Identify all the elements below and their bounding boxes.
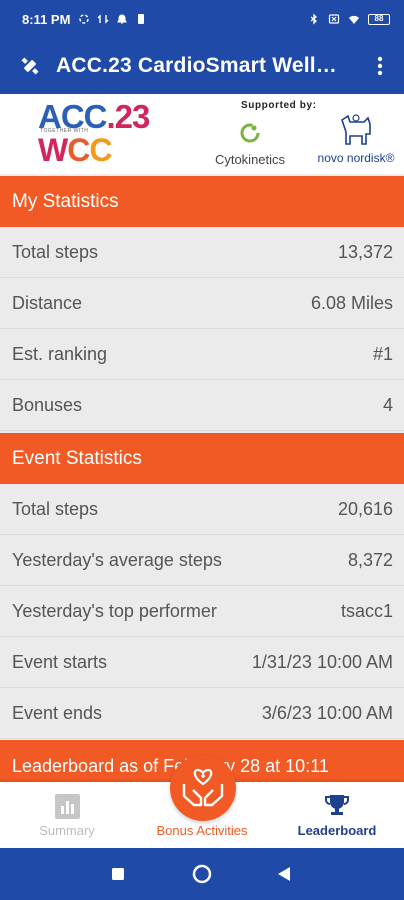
status-bar: 8:11 PM 88 [0,0,404,38]
battery-icon: 88 [368,13,390,25]
cytokinetics-logo: Cytokinetics [205,122,295,167]
data-sync-icon [97,14,109,24]
stat-value: 20,616 [337,498,393,519]
app-title: ACC.23 CardioSmart Well… [56,54,337,77]
hands-heart-icon [182,768,224,807]
bar-chart-icon [54,794,80,819]
stat-value: #1 [372,343,393,364]
stat-value: tsacc1 [340,600,393,621]
stat-value: 4 [382,394,393,415]
stat-row: Event starts 1/31/23 10:00 AM [0,637,404,688]
nav-bonus-label: Bonus Activities [156,823,248,838]
stat-row: Yesterday's top performer tsacc1 [0,586,404,637]
notification-bell-icon [117,14,128,24]
event-statistics-header: Event Statistics [0,433,404,484]
sim-icon [138,14,145,24]
stat-row: Event ends 3/6/23 10:00 AM [0,688,404,739]
wcc-logo: WCC [38,132,112,168]
bonus-activities-fab[interactable] [170,755,236,821]
stat-value: 3/6/23 10:00 AM [261,702,393,723]
nav-leaderboard[interactable]: Leaderboard [286,782,388,848]
stat-row: Distance 6.08 Miles [0,278,404,329]
stat-value: 13,372 [337,241,393,262]
app-bar: ACC.23 CardioSmart Well… [0,38,404,94]
nav-summary-label: Summary [39,823,95,838]
stat-row: Yesterday's average steps 8,372 [0,535,404,586]
nav-summary[interactable]: Summary [20,782,114,848]
overflow-menu-button[interactable] [368,54,392,78]
stat-label: Total steps [12,241,99,262]
stat-label: Est. ranking [12,343,108,364]
stat-value: 1/31/23 10:00 AM [251,651,393,672]
stat-row: Est. ranking #1 [0,329,404,380]
spinner-icon [79,14,90,24]
more-vert-icon [377,56,383,76]
stat-label: Yesterday's top performer [12,600,217,621]
bluetooth-icon [310,13,317,25]
stat-label: Bonuses [12,394,83,415]
stat-label: Total steps [12,498,99,519]
stat-value: 6.08 Miles [310,292,393,313]
wifi-icon [349,15,359,24]
stat-label: Yesterday's average steps [12,549,222,570]
stat-row: Total steps 13,372 [0,227,404,278]
stat-value: 8,372 [347,549,393,570]
status-time: 8:11 PM [22,11,71,27]
apis-bull-icon [341,114,371,145]
system-navigation-bar [0,848,404,900]
no-sim-icon [328,14,340,24]
back-icon[interactable] [277,866,291,882]
recent-apps-icon[interactable] [111,867,125,881]
stat-label: Distance [12,292,83,313]
stat-row: Total steps 20,616 [0,484,404,535]
cytokinetics-mark-icon [240,123,260,143]
stat-label: Event starts [12,651,108,672]
stat-row: Bonuses 4 [0,380,404,431]
my-statistics-header: My Statistics [0,176,404,227]
nav-leaderboard-label: Leaderboard [297,823,377,838]
satellite-icon [21,57,39,75]
sponsor-banner: ACC.23 TOGETHER WITH WCC Supported by: C… [0,94,404,174]
stat-label: Event ends [12,702,103,723]
trophy-icon [325,795,349,815]
novo-nordisk-logo: novo nordisk® [314,112,398,165]
supported-by-label: Supported by: [241,100,317,111]
home-icon[interactable] [192,864,212,884]
